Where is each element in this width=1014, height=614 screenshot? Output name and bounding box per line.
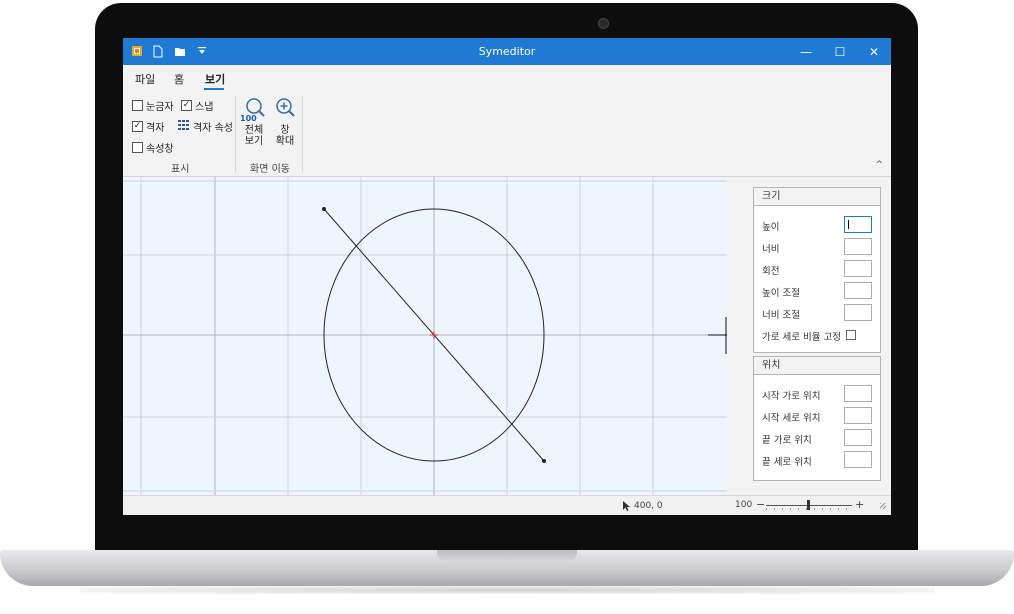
snap-label: 스냅	[195, 102, 214, 113]
height-label: 높이	[762, 222, 780, 233]
fit-all-zoom-icon: 100	[240, 98, 265, 123]
menu-bar: 파일 홈 보기	[123, 65, 891, 92]
height-adjust-field[interactable]	[844, 282, 872, 299]
properties-checkbox[interactable]: 속성창	[132, 140, 174, 155]
end-y-label: 끝 세로 위치	[762, 457, 812, 468]
zoom-in-label-1: 창	[280, 125, 290, 136]
properties-panel: 크기 높이 너비 회전 높이 조절 너비 조절 가로 세로 비율 고정 위치 시…	[727, 177, 891, 495]
fit-all-label-1: 전체	[244, 125, 264, 136]
grid-properties-button[interactable]: 격자 속성	[178, 119, 233, 134]
grid-label: 격자	[146, 123, 165, 134]
ribbon: 눈금자 ✓ 스냅 ✓ 격자 격자 속성 속성창 표시 100 전체 보기 창 확…	[123, 92, 891, 177]
ruler-check-box[interactable]	[132, 100, 143, 111]
collapse-ribbon-icon[interactable]: ^	[875, 160, 883, 170]
properties-check-box[interactable]	[132, 142, 143, 153]
line-end-handle	[542, 459, 546, 463]
display-group-label: 표시	[171, 164, 190, 175]
webcam	[598, 18, 609, 29]
ruler-label: 눈금자	[146, 102, 174, 113]
zoom-slider-thumb[interactable]	[807, 500, 810, 510]
maximize-button[interactable]: ☐	[823, 38, 857, 65]
grid-properties-icon	[178, 120, 189, 133]
canvas-grid	[123, 177, 727, 495]
status-bar: 400, 0 100 − +	[123, 495, 891, 515]
window-title: Symeditor	[478, 45, 536, 58]
lock-ratio-label: 가로 세로 비율 고정	[762, 332, 841, 343]
height-field[interactable]	[844, 216, 872, 233]
group-divider	[235, 96, 236, 172]
fit-all-button[interactable]: 100 전체 보기	[239, 96, 269, 147]
zoom-in-small-button[interactable]: +	[855, 498, 864, 511]
size-panel: 크기 높이 너비 회전 높이 조절 너비 조절 가로 세로 비율 고정	[753, 187, 881, 353]
size-panel-title: 크기	[754, 188, 880, 206]
rotation-field[interactable]	[844, 260, 872, 277]
height-adjust-label: 높이 조절	[762, 288, 800, 299]
line-start-handle	[322, 207, 326, 211]
title-bar: Symeditor — ☐ ✕	[123, 38, 891, 65]
lock-ratio-checkbox[interactable]	[846, 330, 856, 340]
group-divider	[302, 96, 303, 172]
zoom-in-label-2: 확대	[275, 136, 295, 147]
zoom-in-icon	[276, 98, 295, 117]
width-adjust-label: 너비 조절	[762, 310, 800, 321]
app-window: Symeditor — ☐ ✕ 파일 홈 보기 눈금자 ✓ 스냅 ✓ 격자 격자…	[123, 38, 891, 515]
active-tab-indicator	[204, 88, 224, 90]
snap-checkbox[interactable]: ✓ 스냅	[181, 98, 213, 113]
minimize-button[interactable]: —	[789, 38, 823, 65]
tab-file[interactable]: 파일	[135, 71, 155, 87]
start-y-label: 시작 세로 위치	[762, 413, 821, 424]
fit-all-badge: 100	[240, 114, 257, 122]
width-field[interactable]	[844, 238, 872, 255]
grid-properties-label: 격자 속성	[193, 123, 233, 134]
zoom-out-button[interactable]: −	[756, 498, 765, 511]
navigate-group-label: 화면 이동	[250, 164, 290, 175]
grid-check-box[interactable]: ✓	[132, 121, 143, 132]
text-caret	[848, 220, 849, 229]
drawing-canvas[interactable]: 크기 높이 너비 회전 높이 조절 너비 조절 가로 세로 비율 고정 위치 시…	[123, 177, 891, 495]
grid-checkbox[interactable]: ✓ 격자	[132, 119, 164, 134]
width-adjust-field[interactable]	[844, 304, 872, 321]
properties-label: 속성창	[146, 144, 174, 155]
end-x-field[interactable]	[844, 429, 872, 446]
start-x-field[interactable]	[844, 385, 872, 402]
zoom-in-button[interactable]: 창 확대	[270, 96, 300, 147]
ruler-checkbox[interactable]: 눈금자	[132, 98, 174, 113]
position-panel-title: 위치	[754, 357, 880, 375]
resize-grip[interactable]	[880, 503, 886, 509]
laptop-notch	[437, 550, 577, 562]
close-button[interactable]: ✕	[857, 38, 891, 65]
pointer-icon	[623, 501, 631, 514]
snap-check-box[interactable]: ✓	[181, 100, 192, 111]
end-y-field[interactable]	[844, 451, 872, 468]
laptop-shadow	[80, 586, 934, 594]
start-x-label: 시작 가로 위치	[762, 391, 821, 402]
rotation-label: 회전	[762, 266, 780, 277]
end-x-label: 끝 가로 위치	[762, 435, 812, 446]
position-panel: 위치 시작 가로 위치 시작 세로 위치 끝 가로 위치 끝 세로 위치	[753, 356, 881, 481]
zoom-level: 100	[735, 500, 753, 510]
tab-home[interactable]: 홈	[174, 71, 184, 87]
width-label: 너비	[762, 244, 780, 255]
cursor-coordinates: 400, 0	[634, 501, 663, 511]
fit-all-label-2: 보기	[244, 136, 264, 147]
tab-view[interactable]: 보기	[205, 71, 225, 87]
start-y-field[interactable]	[844, 407, 872, 424]
